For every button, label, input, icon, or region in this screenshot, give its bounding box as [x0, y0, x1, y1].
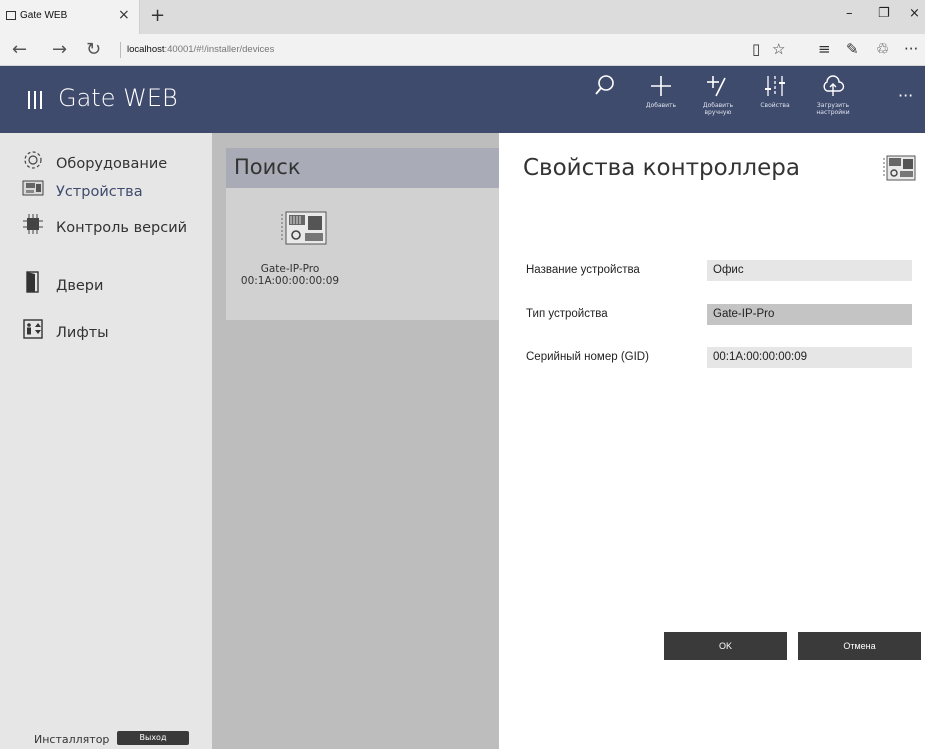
elevator-icon: [20, 319, 46, 347]
reading-view-icon[interactable]: ▯: [752, 40, 760, 58]
hub-icon[interactable]: ≡: [818, 40, 831, 58]
tab-close-button[interactable]: ×: [118, 7, 130, 23]
properties-title: Свойства контроллера: [523, 155, 800, 181]
add-button[interactable]: Добавить: [632, 74, 690, 126]
tab-page-icon: [6, 11, 16, 20]
url-host: localhost: [127, 44, 165, 55]
sidebar-item-label: Лифты: [56, 325, 109, 341]
sidebar-item-label: Контроль версий: [56, 220, 188, 236]
sidebar-item-equipment[interactable]: Оборудование: [20, 149, 167, 173]
plus-icon: [632, 74, 690, 102]
installer-label: Инсталлятор: [34, 733, 110, 746]
upload-settings-label: Загрузить настройки: [816, 102, 850, 116]
properties-label: Свойства: [760, 102, 790, 109]
controller-board-icon: [882, 155, 916, 181]
window-close-button[interactable]: ×: [909, 6, 920, 21]
browser-tab-bar: Gate WEB × + – ❐ ×: [0, 0, 925, 34]
sidebar-item-version-control[interactable]: Контроль версий: [20, 213, 187, 237]
minimize-button[interactable]: –: [846, 6, 853, 21]
refresh-button[interactable]: ↻: [86, 39, 101, 60]
sidebar-item-devices[interactable]: Устройства: [20, 179, 143, 203]
add-manual-icon: [689, 74, 747, 102]
gear-icon: [20, 149, 46, 179]
chip-icon: [20, 213, 46, 243]
device-gid: 00:1A:00:00:00:09: [240, 275, 340, 287]
sidebar-item-elevators[interactable]: Лифты: [20, 319, 109, 343]
properties-button[interactable]: Свойства: [746, 74, 804, 126]
sidebar-item-label: Устройства: [56, 184, 143, 200]
upload-settings-button[interactable]: Загрузить настройки: [804, 74, 862, 126]
serial-number-field: [707, 347, 912, 368]
sidebar-item-doors[interactable]: Двери: [20, 271, 103, 295]
controller-board-icon: [278, 210, 330, 246]
search-title: Поиск: [234, 155, 301, 179]
search-button[interactable]: [576, 74, 634, 126]
board-icon: [20, 179, 46, 205]
sliders-icon: [746, 74, 804, 102]
favorite-star-icon[interactable]: ☆: [772, 40, 785, 58]
browser-more-icon[interactable]: ···: [904, 40, 918, 58]
door-icon: [20, 271, 46, 301]
ok-button[interactable]: OK: [664, 632, 787, 660]
back-button[interactable]: ←: [12, 39, 27, 60]
app-header: Gate WEB Добавить Добавить вручную Свойс…: [0, 66, 925, 133]
device-type-field: [707, 304, 912, 325]
add-label: Добавить: [645, 102, 677, 109]
app-title: Gate WEB: [58, 84, 178, 112]
device-name: Gate-IP-Pro: [260, 263, 320, 275]
address-bar: ← → ↻ localhost:40001/#!/installer/devic…: [0, 34, 925, 66]
cloud-upload-icon: [804, 74, 862, 102]
more-options-icon[interactable]: ···: [898, 86, 913, 105]
device-card[interactable]: Gate-IP-Pro 00:1A:00:00:00:09: [226, 188, 499, 320]
add-manual-button[interactable]: Добавить вручную: [689, 74, 747, 126]
search-panel: Поиск Gate-IP-Pro 00:1A:00:00:00:09: [212, 133, 499, 749]
restore-button[interactable]: ❐: [878, 6, 890, 21]
browser-tab[interactable]: Gate WEB ×: [0, 0, 140, 34]
share-icon[interactable]: ♲: [876, 40, 889, 58]
sidebar: Оборудование Устройства Контроль версий …: [0, 133, 212, 749]
web-note-icon[interactable]: ✎: [846, 40, 859, 58]
device-type-label: Тип устройства: [526, 308, 608, 320]
search-header: Поиск: [226, 148, 499, 188]
add-manual-label: Добавить вручную: [702, 102, 734, 116]
new-tab-button[interactable]: +: [150, 5, 165, 26]
device-name-label: Название устройства: [526, 264, 640, 276]
serial-number-label: Серийный номер (GID): [526, 351, 649, 363]
hamburger-menu-icon[interactable]: [28, 91, 44, 109]
tab-title: Gate WEB: [20, 10, 68, 21]
sidebar-item-label: Оборудование: [56, 156, 168, 172]
url-field[interactable]: localhost:40001/#!/installer/devices: [120, 42, 274, 58]
search-icon: [576, 74, 634, 102]
logout-button[interactable]: Выход: [117, 731, 189, 745]
properties-panel: Свойства контроллера Название устройства…: [499, 133, 925, 749]
sidebar-item-label: Двери: [56, 278, 104, 294]
device-name-field[interactable]: [707, 260, 912, 281]
url-path: :40001/#!/installer/devices: [164, 44, 275, 55]
cancel-button[interactable]: Отмена: [798, 632, 921, 660]
forward-button[interactable]: →: [52, 39, 67, 60]
